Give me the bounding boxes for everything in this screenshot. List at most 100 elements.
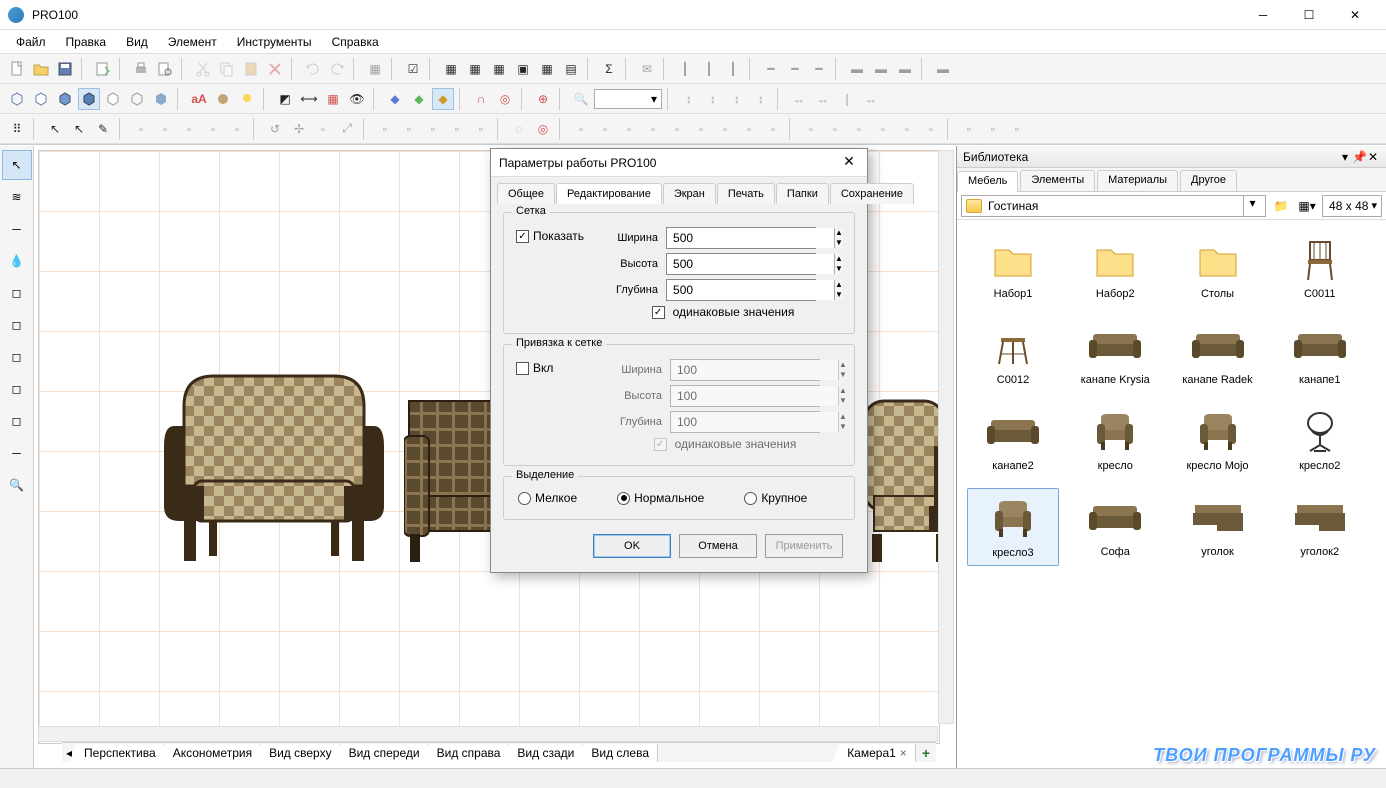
dlg-tab-screen[interactable]: Экран: [663, 183, 716, 204]
dim-icon[interactable]: ⟷: [298, 88, 320, 110]
r13-icon[interactable]: ▫: [446, 118, 468, 140]
paste-icon[interactable]: [240, 58, 262, 80]
box-solid-icon[interactable]: [30, 88, 52, 110]
target-icon[interactable]: ◎: [494, 88, 516, 110]
d5-icon[interactable]: ↔: [788, 88, 810, 110]
redo-icon[interactable]: [326, 58, 348, 80]
r16-icon[interactable]: ◎: [532, 118, 554, 140]
r1-icon[interactable]: ▫: [130, 118, 152, 140]
folder-combo[interactable]: Гостиная ▾: [961, 195, 1266, 217]
r4-icon[interactable]: ▫: [202, 118, 224, 140]
copy-icon[interactable]: [216, 58, 238, 80]
measure-tool-icon[interactable]: ≋: [2, 182, 32, 212]
arrow2-icon[interactable]: ↖: [68, 118, 90, 140]
align-10-icon[interactable]: ▬: [932, 58, 954, 80]
library-item[interactable]: канапе Radek: [1172, 316, 1264, 392]
r27-icon[interactable]: ▫: [824, 118, 846, 140]
library-item[interactable]: Набор2: [1069, 230, 1161, 306]
view-tab[interactable]: Вид справа: [429, 744, 510, 762]
align-2-icon[interactable]: ┃: [698, 58, 720, 80]
camera-tab[interactable]: Камера1×: [839, 744, 916, 762]
maximize-button[interactable]: ☐: [1286, 0, 1332, 30]
r31-icon[interactable]: ▫: [920, 118, 942, 140]
menu-edit[interactable]: Правка: [56, 32, 117, 52]
eye-icon[interactable]: 👁: [346, 88, 368, 110]
lib-tab-elements[interactable]: Элементы: [1020, 170, 1095, 191]
r10-icon[interactable]: ▫: [374, 118, 396, 140]
r17-icon[interactable]: ▫: [570, 118, 592, 140]
d1-icon[interactable]: ↕: [678, 88, 700, 110]
zoom-icon[interactable]: 🔍: [570, 88, 592, 110]
snap-width-input[interactable]: [671, 360, 838, 380]
d3-icon[interactable]: ↕: [726, 88, 748, 110]
align-7-icon[interactable]: ▬: [846, 58, 868, 80]
library-item[interactable]: канапе1: [1274, 316, 1366, 392]
delete-icon[interactable]: [264, 58, 286, 80]
align-8-icon[interactable]: ▬: [870, 58, 892, 80]
r3-icon[interactable]: ▫: [178, 118, 200, 140]
close-button[interactable]: ✕: [1332, 0, 1378, 30]
library-item[interactable]: уголок: [1172, 488, 1264, 566]
tool-e-icon[interactable]: ▦: [536, 58, 558, 80]
dlg-tab-editing[interactable]: Редактирование: [556, 183, 662, 204]
library-item[interactable]: кресло3: [967, 488, 1059, 566]
save-icon[interactable]: [54, 58, 76, 80]
select-all-icon[interactable]: ⠿: [6, 118, 28, 140]
dialog-close-icon[interactable]: ✕: [839, 153, 859, 173]
r11-icon[interactable]: ▫: [398, 118, 420, 140]
undo-icon[interactable]: [302, 58, 324, 80]
add-tab-button[interactable]: +: [916, 743, 936, 763]
mail-icon[interactable]: ✉: [636, 58, 658, 80]
grid-depth-input[interactable]: [667, 280, 834, 300]
menu-file[interactable]: Файл: [6, 32, 56, 52]
text-icon[interactable]: aA: [188, 88, 210, 110]
align-1-icon[interactable]: ┃: [674, 58, 696, 80]
library-item[interactable]: Софа: [1069, 488, 1161, 566]
r28-icon[interactable]: ▫: [848, 118, 870, 140]
r24-icon[interactable]: ▫: [738, 118, 760, 140]
view-mode-icon[interactable]: ▦▾: [1296, 195, 1318, 217]
thumb-size-combo[interactable]: 48 x 48 ▾: [1322, 195, 1382, 217]
new-icon[interactable]: [6, 58, 28, 80]
ok-button[interactable]: OK: [593, 534, 671, 558]
r20-icon[interactable]: ▫: [642, 118, 664, 140]
r19-icon[interactable]: ▫: [618, 118, 640, 140]
d4-icon[interactable]: ↕: [750, 88, 772, 110]
selection-normal-radio[interactable]: [617, 492, 630, 505]
d8-icon[interactable]: ↔: [860, 88, 882, 110]
d7-icon[interactable]: ❘: [836, 88, 858, 110]
import-icon[interactable]: [92, 58, 114, 80]
r25-icon[interactable]: ▫: [762, 118, 784, 140]
align-5-icon[interactable]: ━: [784, 58, 806, 80]
grid-height-input[interactable]: [667, 254, 834, 274]
magnet-icon[interactable]: ∩: [470, 88, 492, 110]
r15-icon[interactable]: ◌: [508, 118, 530, 140]
grid-width-input[interactable]: [667, 228, 834, 248]
minimize-button[interactable]: ─: [1240, 0, 1286, 30]
r33-icon[interactable]: ▫: [982, 118, 1004, 140]
dlg-tab-folders[interactable]: Папки: [776, 183, 829, 204]
close-tab-icon[interactable]: ×: [900, 746, 907, 760]
arrow-icon[interactable]: ↖: [44, 118, 66, 140]
snap-depth-input[interactable]: [671, 412, 838, 432]
r34-icon[interactable]: ▫: [1006, 118, 1028, 140]
rot3-icon[interactable]: ◆: [432, 88, 454, 110]
align-4-icon[interactable]: ━: [760, 58, 782, 80]
t7-icon[interactable]: ◻: [2, 342, 32, 372]
box-5-icon[interactable]: [102, 88, 124, 110]
line-tool-icon[interactable]: ─: [2, 214, 32, 244]
pen-icon[interactable]: ✎: [92, 118, 114, 140]
dlg-tab-print[interactable]: Печать: [717, 183, 775, 204]
align-9-icon[interactable]: ▬: [894, 58, 916, 80]
r30-icon[interactable]: ▫: [896, 118, 918, 140]
r9-icon[interactable]: ⤢: [336, 118, 358, 140]
light-icon[interactable]: [236, 88, 258, 110]
view-tab[interactable]: Аксонометрия: [165, 744, 261, 762]
furniture-armchair-1[interactable]: [154, 366, 394, 566]
menu-view[interactable]: Вид: [116, 32, 158, 52]
box-shade-icon[interactable]: [54, 88, 76, 110]
t8-icon[interactable]: ◻: [2, 374, 32, 404]
selection-large-radio[interactable]: [744, 492, 757, 505]
close-panel-icon[interactable]: ✕: [1366, 150, 1380, 164]
t5-icon[interactable]: ◻: [2, 278, 32, 308]
